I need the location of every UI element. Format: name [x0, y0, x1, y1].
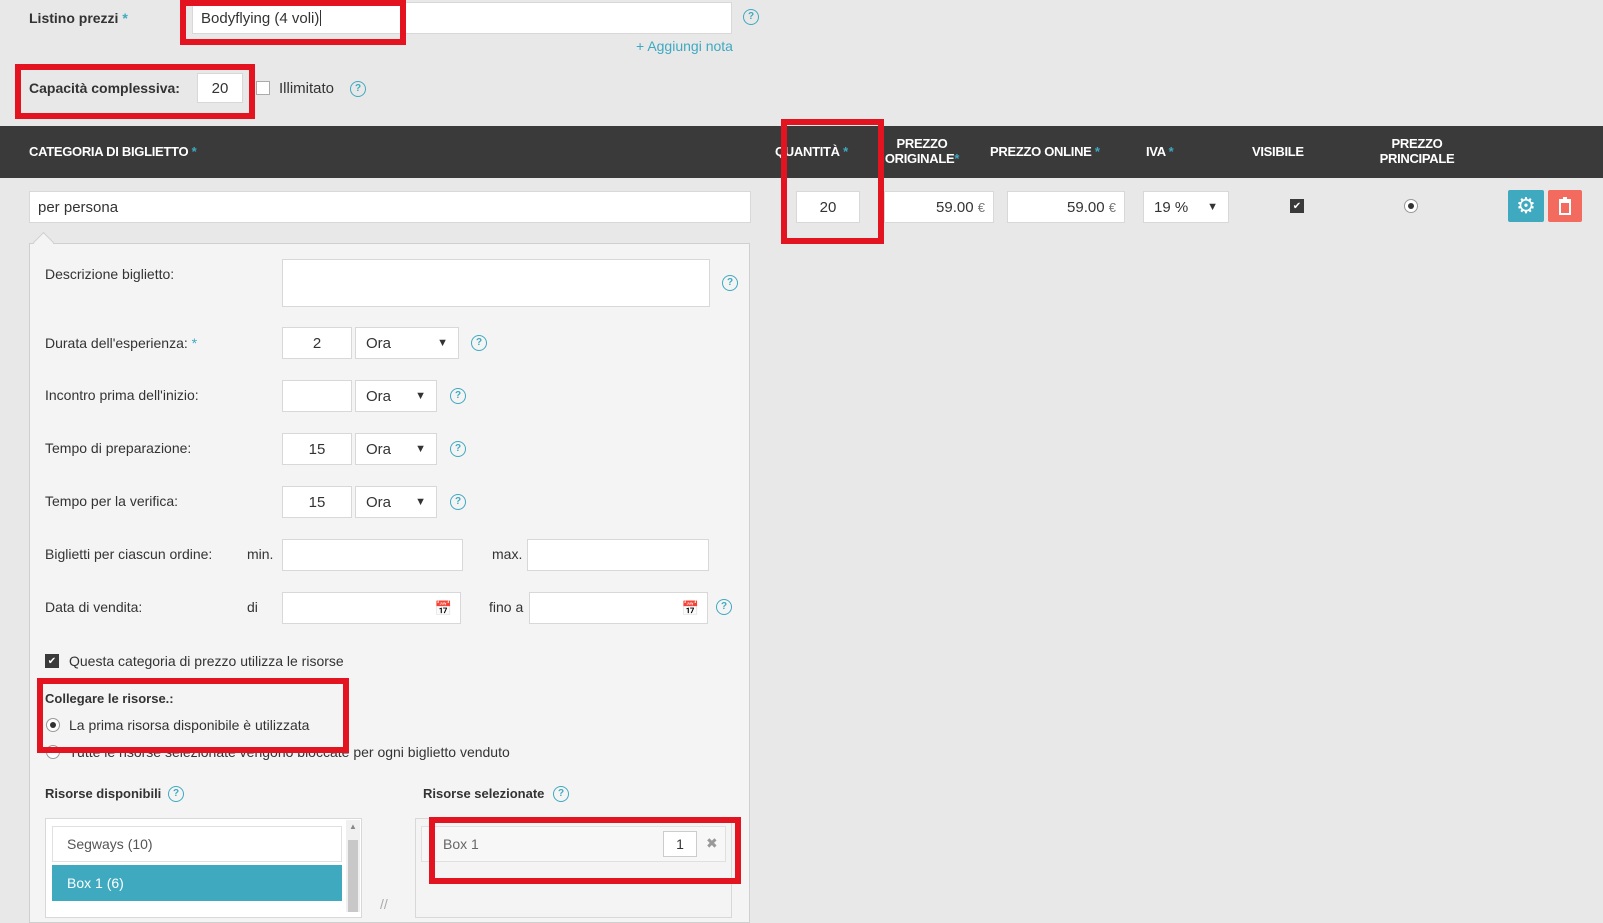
help-icon[interactable]: ?	[471, 335, 487, 351]
list-item[interactable]: Segways (10)	[52, 826, 342, 862]
meeting-unit-select[interactable]: Ora ▼	[355, 380, 437, 412]
online-price-input[interactable]: 59.00 €	[1007, 191, 1125, 223]
pricelist-input[interactable]: Bodyflying (4 voli)	[192, 2, 732, 34]
duration-label: Durata dell'esperienza: *	[45, 335, 198, 351]
visible-checkbox[interactable]: ✔	[1290, 199, 1304, 213]
chevron-down-icon: ▼	[415, 443, 426, 455]
min-tickets-input[interactable]	[282, 539, 463, 571]
help-icon[interactable]: ?	[743, 9, 759, 25]
uses-resources-label: Questa categoria di prezzo utilizza le r…	[69, 653, 344, 669]
selected-resources-label: Risorse selezionate	[423, 786, 545, 801]
uses-resources-checkbox[interactable]: ✔	[45, 654, 59, 668]
sale-date-label: Data di vendita:	[45, 599, 143, 615]
sale-to-input[interactable]: 📅	[529, 592, 708, 624]
help-icon[interactable]: ?	[168, 786, 184, 802]
chevron-down-icon: ▼	[415, 496, 426, 508]
meeting-label: Incontro prima dell'inizio:	[45, 387, 199, 403]
chevron-down-icon: ▼	[415, 390, 426, 402]
help-icon[interactable]: ?	[450, 494, 466, 510]
calendar-icon[interactable]: 📅	[682, 600, 699, 617]
delete-button[interactable]	[1548, 190, 1582, 222]
unlimited-checkbox[interactable]	[256, 81, 270, 95]
category-input[interactable]: per persona	[29, 191, 751, 223]
check-time-label: Tempo per la verifica:	[45, 493, 179, 509]
remove-icon[interactable]: ✖	[706, 835, 718, 852]
gear-icon: ⚙	[1516, 193, 1536, 218]
help-icon[interactable]: ?	[350, 81, 366, 97]
duration-unit-select[interactable]: Ora ▼	[355, 327, 459, 359]
all-resources-option: Tutte le risorse selezionate vengono blo…	[69, 744, 510, 760]
help-icon[interactable]: ?	[716, 599, 732, 615]
pricelist-label: Listino prezzi *	[29, 10, 128, 26]
header-vat: IVA *	[1146, 144, 1174, 159]
help-icon[interactable]: ?	[553, 786, 569, 802]
capacity-label: Capacità complessiva:	[29, 80, 180, 96]
unlimited-label: Illimitato	[279, 80, 335, 97]
preparation-label: Tempo di preparazione:	[45, 440, 192, 456]
help-icon[interactable]: ?	[722, 275, 738, 291]
quantity-input[interactable]: 20	[796, 191, 860, 223]
chevron-down-icon: ▼	[1207, 201, 1218, 213]
preparation-unit-select[interactable]: Ora ▼	[355, 433, 437, 465]
help-icon[interactable]: ?	[450, 441, 466, 457]
vat-select[interactable]: 19 % ▼	[1143, 191, 1229, 223]
meeting-input[interactable]	[282, 380, 352, 412]
first-resource-option: La prima risorsa disponibile è utilizzat…	[69, 717, 310, 733]
first-resource-radio[interactable]	[46, 718, 60, 732]
scrollbar[interactable]: ▲	[346, 820, 360, 912]
selected-resource-qty[interactable]: 1	[663, 831, 697, 857]
duration-input[interactable]: 2	[282, 327, 352, 359]
header-online-price: PREZZO ONLINE *	[990, 144, 1100, 159]
from-label: di	[247, 599, 258, 615]
table-header: CATEGORIA DI BIGLIETTO * QUANTITÀ * PREZ…	[0, 126, 1603, 178]
max-tickets-input[interactable]	[527, 539, 709, 571]
preparation-input[interactable]: 15	[282, 433, 352, 465]
to-label: fino a	[489, 599, 524, 615]
header-visible: VISIBILE	[1252, 144, 1304, 159]
original-price-input[interactable]: 59.00 €	[884, 191, 994, 223]
min-label: min.	[247, 546, 274, 562]
all-resources-radio[interactable]	[46, 745, 60, 759]
calendar-icon[interactable]: 📅	[435, 600, 452, 617]
description-textarea[interactable]	[282, 259, 710, 307]
chevron-down-icon: ▼	[437, 337, 448, 349]
trash-icon	[1559, 197, 1571, 215]
max-label: max.	[492, 546, 523, 562]
sale-from-input[interactable]: 📅	[282, 592, 461, 624]
main-price-radio[interactable]	[1404, 199, 1418, 213]
available-resources-label: Risorse disponibili	[45, 786, 162, 801]
header-quantity: QUANTITÀ *	[775, 144, 848, 159]
help-icon[interactable]: ?	[450, 388, 466, 404]
header-original-price: PREZZO ORIGINALE*	[884, 136, 960, 166]
add-note-link[interactable]: + Aggiungi nota	[636, 38, 733, 54]
capacity-input[interactable]: 20	[197, 73, 243, 103]
transfer-icon[interactable]: //	[380, 896, 388, 912]
header-category: CATEGORIA DI BIGLIETTO *	[29, 144, 197, 159]
check-time-input[interactable]: 15	[282, 486, 352, 518]
link-resources-label: Collegare le risorse.:	[45, 691, 174, 706]
check-time-unit-select[interactable]: Ora ▼	[355, 486, 437, 518]
list-item[interactable]: Box 1 1 ✖	[421, 826, 726, 862]
selected-resource-name: Box 1	[443, 836, 479, 852]
header-main-price: PREZZO PRINCIPALE	[1379, 136, 1455, 166]
tickets-per-order-label: Biglietti per ciascun ordine:	[45, 546, 213, 562]
settings-button[interactable]: ⚙	[1508, 190, 1544, 222]
list-item[interactable]: Box 1 (6)	[52, 865, 342, 901]
description-label: Descrizione biglietto:	[45, 266, 175, 282]
